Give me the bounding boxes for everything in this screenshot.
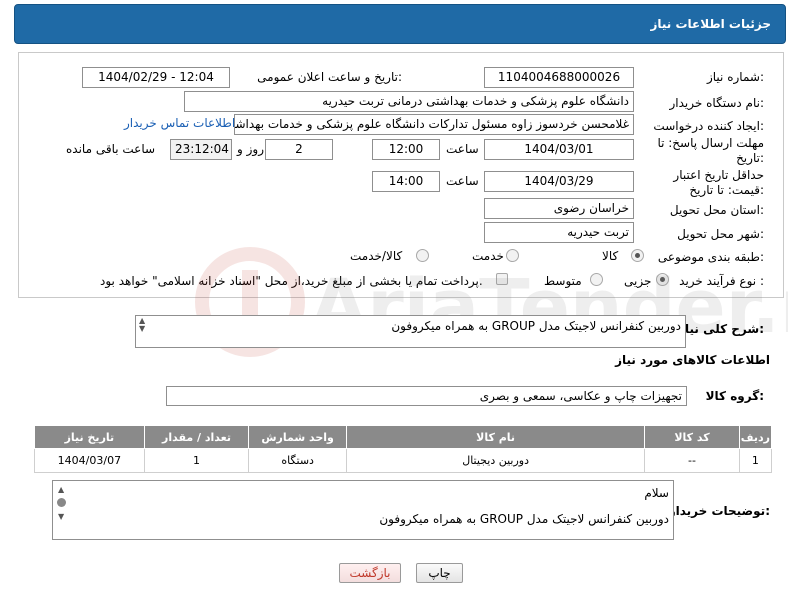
- page-title: جزئیات اطلاعات نیاز: [650, 17, 771, 31]
- announce-field[interactable]: 1404/02/29 - 12:04: [82, 67, 230, 88]
- province-field[interactable]: خراسان رضوی: [484, 198, 634, 219]
- cell-date: 1404/03/07: [34, 448, 145, 473]
- days-field[interactable]: 2: [265, 139, 333, 160]
- cell-code: --: [644, 448, 740, 473]
- price-deadline-label: حداقل تاریخ اعتبار قیمت: تا تاریخ:: [673, 168, 764, 197]
- price-time-label: ساعت: [446, 174, 479, 188]
- summary-label: شرح کلی نیاز:: [678, 322, 764, 336]
- reply-time-label: ساعت: [446, 142, 479, 156]
- days-label: روز و: [237, 142, 264, 156]
- col-name: نام کالا: [345, 425, 646, 449]
- buyer-notes-line1: سلام: [644, 486, 669, 500]
- city-field[interactable]: تربت حیدریه: [484, 222, 634, 243]
- col-row: ردیف: [738, 425, 773, 449]
- buyer-notes-field[interactable]: سلام دوربین کنفرانس لاجیتک مدل GROUP به …: [52, 480, 674, 540]
- province-label: استان محل تحویل:: [669, 203, 764, 217]
- summary-text: دوربین کنفرانس لاجیتک مدل GROUP به همراه…: [391, 319, 681, 333]
- buyer-notes-line2: دوربین کنفرانس لاجیتک مدل GROUP به همراه…: [379, 512, 669, 526]
- category-service-label: خدمت: [472, 249, 504, 263]
- process-minor-label: جزیی: [624, 274, 652, 288]
- cell-row: 1: [738, 448, 773, 473]
- creator-field[interactable]: غلامحسن خردسوز زاوه مسئول تدارکات دانشگا…: [234, 114, 634, 135]
- category-label: طبقه بندی موضوعی:: [657, 250, 764, 264]
- col-qty: تعداد / مقدار: [143, 425, 250, 449]
- cell-unit: دستگاه: [248, 448, 347, 473]
- need-number-label: شماره نیاز:: [706, 70, 764, 84]
- process-radio-medium[interactable]: [590, 273, 603, 286]
- cell-qty: 1: [143, 448, 250, 473]
- scroll-down-icon[interactable]: ▼: [139, 324, 145, 333]
- category-goods-service-label: کالا/خدمت: [350, 249, 403, 263]
- price-time-field[interactable]: 14:00: [372, 171, 440, 192]
- reply-deadline-label: مهلت ارسال پاسخ: تا تاریخ:: [657, 136, 764, 165]
- items-table-header: ردیف کد کالا نام کالا واحد شمارش تعداد /…: [34, 425, 773, 449]
- category-radio-goods-service[interactable]: [416, 249, 429, 262]
- reply-date-field[interactable]: 1404/03/01: [484, 139, 634, 160]
- table-row[interactable]: 1 -- دوربین دیجیتال دستگاه 1 1404/03/07: [34, 448, 773, 473]
- creator-label: ایجاد کننده درخواست:: [653, 119, 764, 133]
- page-header: جزئیات اطلاعات نیاز: [14, 4, 786, 44]
- back-button[interactable]: بازگشت: [339, 563, 401, 583]
- process-label: نوع فرآیند خرید :: [679, 274, 764, 288]
- buyer-notes-label: توضیحات خریدار:: [668, 504, 770, 518]
- process-radio-minor[interactable]: [656, 273, 669, 286]
- goods-group-label: گروه کالا:: [705, 389, 764, 403]
- print-button[interactable]: چاپ: [416, 563, 463, 583]
- remaining-label: ساعت باقی مانده: [66, 142, 156, 156]
- category-goods-label: کالا: [602, 249, 619, 263]
- goods-section-title: اطلاعات کالاهای مورد نیاز: [615, 353, 770, 367]
- notes-scroll-up-icon[interactable]: ▲: [58, 485, 64, 494]
- need-number-field[interactable]: 1104004688000026: [484, 67, 634, 88]
- price-date-field[interactable]: 1404/03/29: [484, 171, 634, 192]
- goods-group-field[interactable]: تجهیزات چاپ و عکاسی، سمعی و بصری: [166, 386, 687, 406]
- col-date: تاریخ نیاز: [34, 425, 145, 449]
- category-radio-service[interactable]: [506, 249, 519, 262]
- cell-name: دوربین دیجیتال: [345, 448, 646, 473]
- city-label: شهر محل تحویل:: [677, 227, 764, 241]
- payment-checkbox[interactable]: [496, 273, 508, 285]
- buyer-org-label: نام دستگاه خریدار:: [669, 96, 765, 110]
- col-code: کد کالا: [644, 425, 740, 449]
- payment-note: پرداخت تمام یا بخشی از مبلغ خرید،از محل …: [100, 274, 483, 288]
- col-unit: واحد شمارش: [248, 425, 347, 449]
- contact-buyer-link[interactable]: اطلاعات تماس خریدار: [124, 116, 235, 130]
- scroll-thumb-icon[interactable]: [57, 498, 66, 507]
- remaining-time-field: 23:12:04: [170, 139, 232, 160]
- process-medium-label: متوسط: [544, 274, 582, 288]
- reply-time-field[interactable]: 12:00: [372, 139, 440, 160]
- notes-scroll-down-icon[interactable]: ▼: [58, 512, 64, 521]
- buyer-org-field[interactable]: دانشگاه علوم پزشکی و خدمات بهداشتی درمان…: [184, 91, 634, 112]
- items-table: ردیف کد کالا نام کالا واحد شمارش تعداد /…: [34, 425, 773, 473]
- category-radio-goods[interactable]: [631, 249, 644, 262]
- summary-field[interactable]: دوربین کنفرانس لاجیتک مدل GROUP به همراه…: [135, 315, 686, 348]
- announce-label: تاریخ و ساعت اعلان عمومی:: [257, 70, 402, 84]
